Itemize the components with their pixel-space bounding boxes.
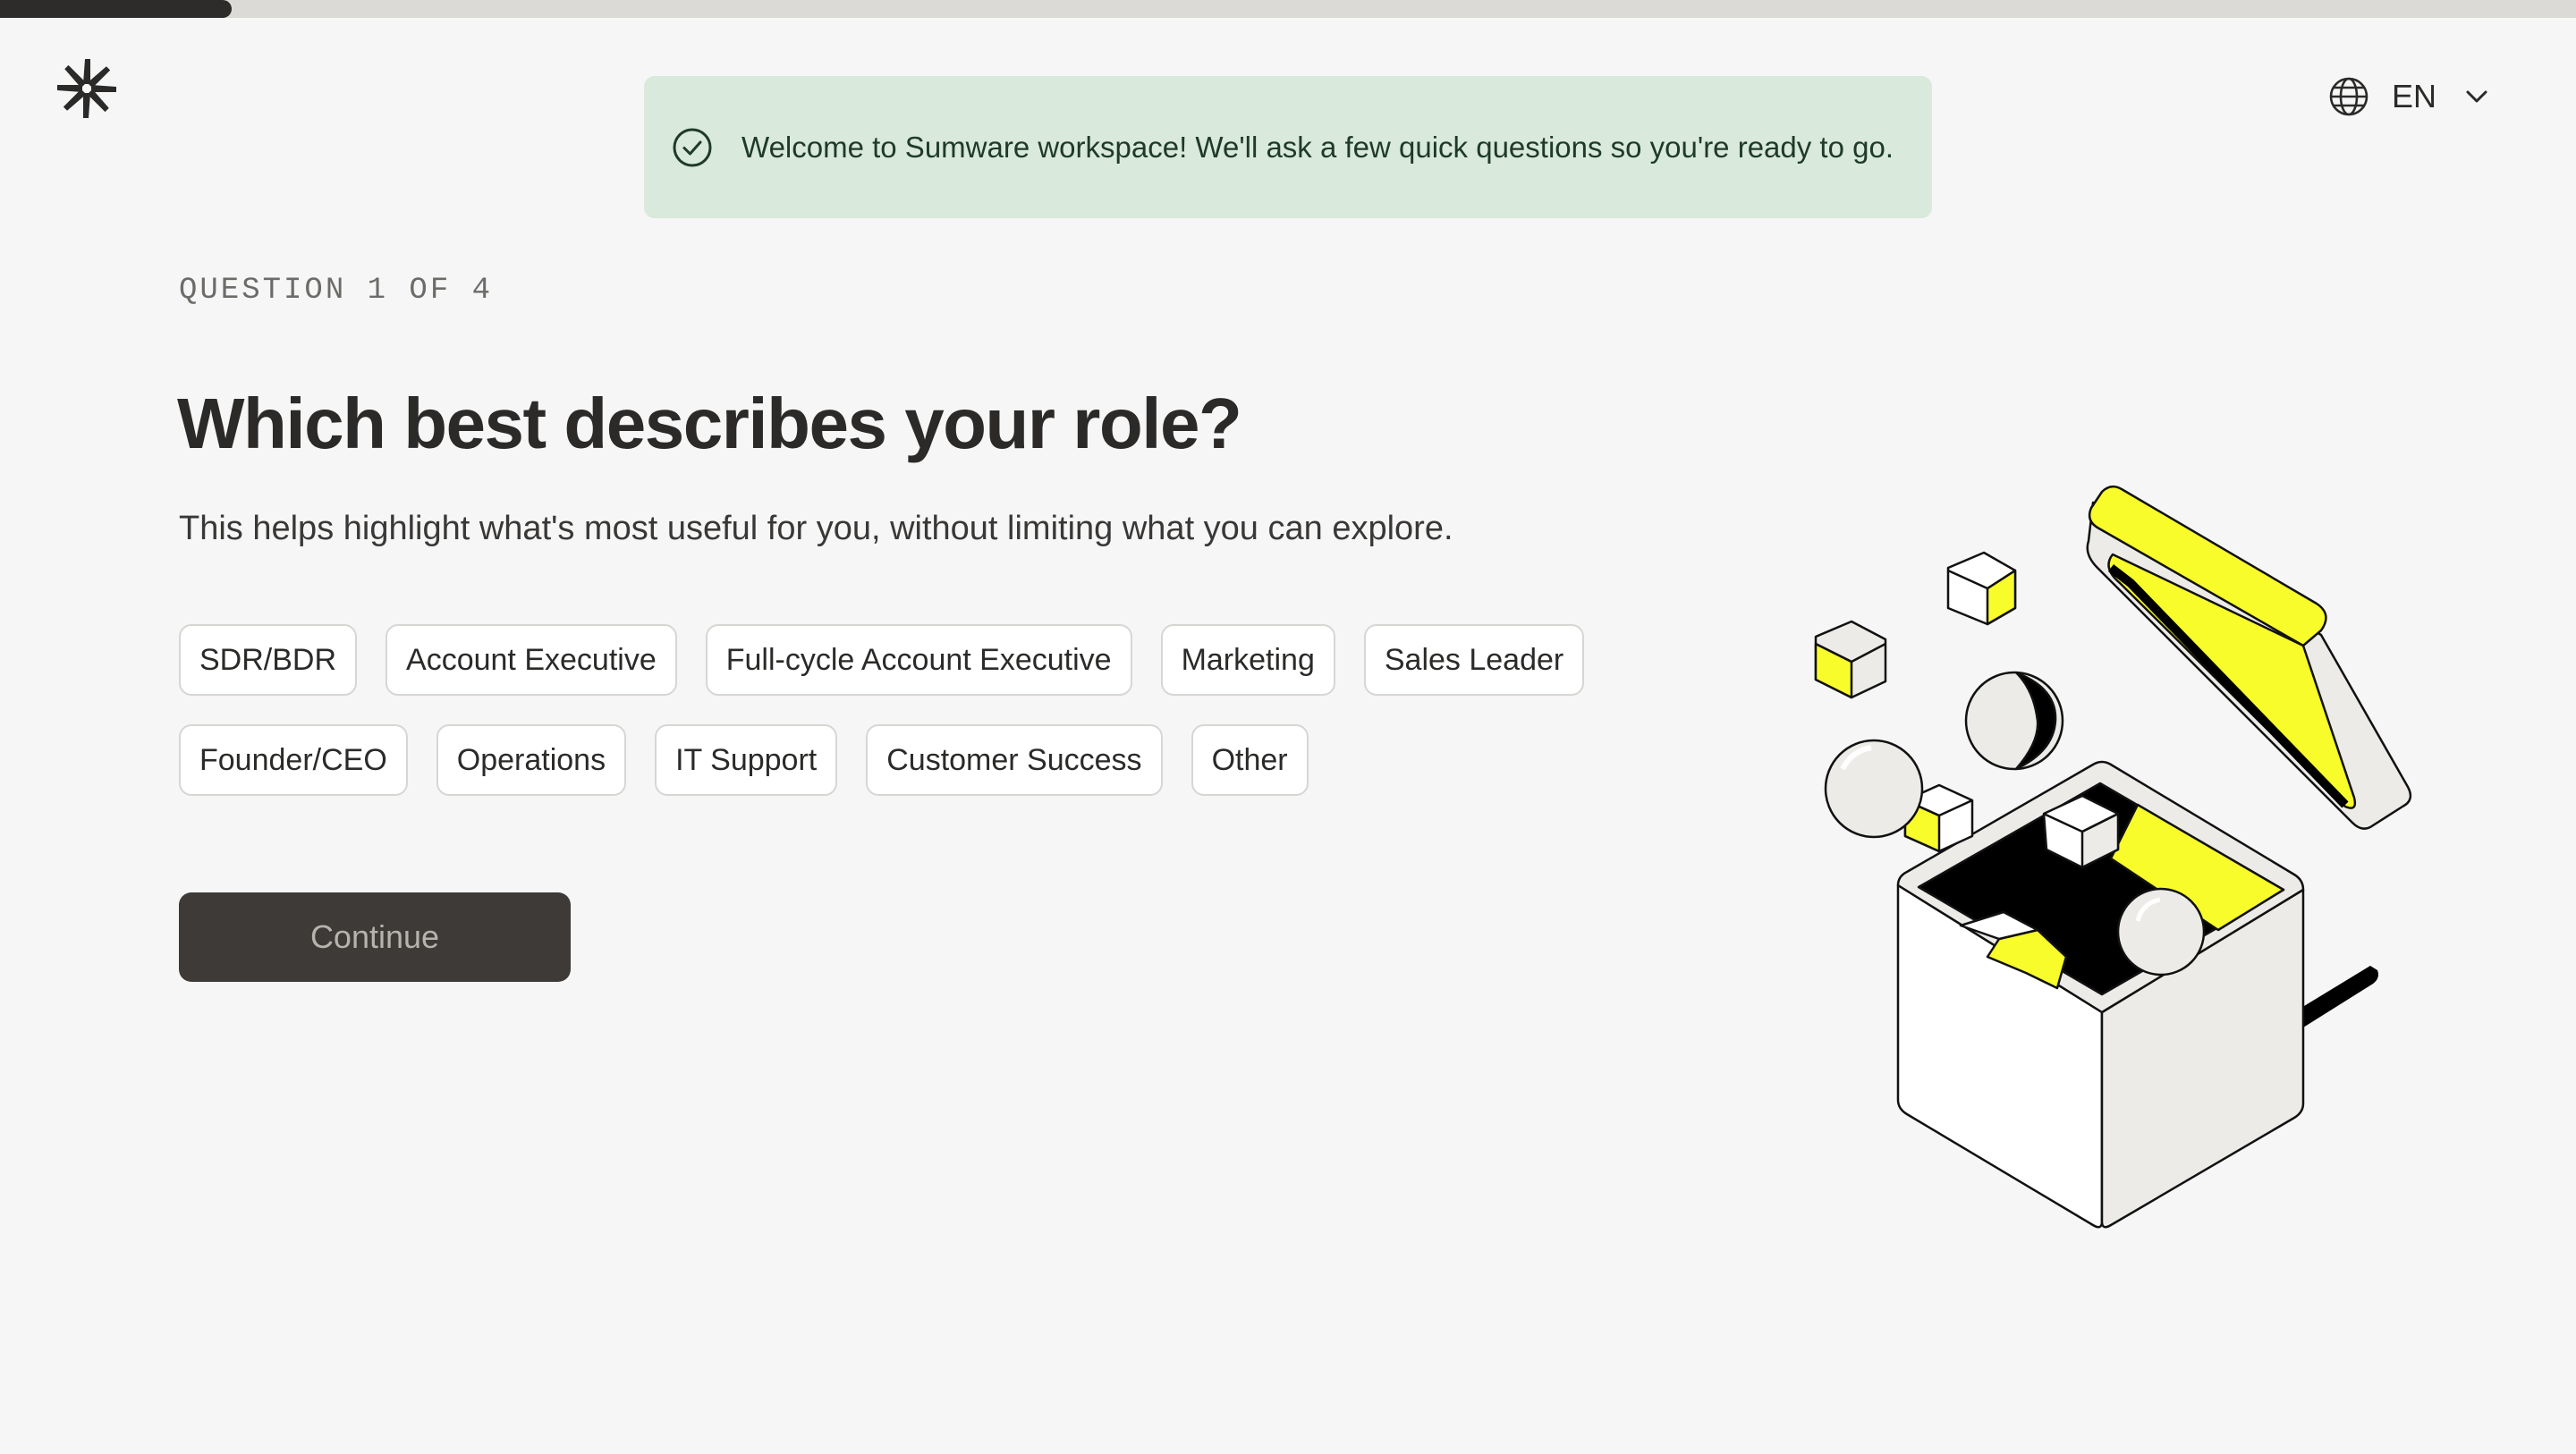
asterisk-logo-icon[interactable] [55,57,118,120]
language-selector[interactable]: EN [2327,72,2490,122]
role-option-sales-leader[interactable]: Sales Leader [1363,624,1585,696]
role-option-operations[interactable]: Operations [436,724,627,796]
progress-bar [0,0,2576,18]
check-circle-icon [673,128,712,166]
role-options-row: SDR/BDR Account Executive Full-cycle Acc… [179,624,1699,696]
question-title: Which best describes your role? [177,384,1242,463]
welcome-banner: Welcome to Sumware workspace! We'll ask … [644,76,1932,218]
role-option-full-cycle-ae[interactable]: Full-cycle Account Executive [705,624,1132,696]
open-box-illustration [1814,485,2412,1229]
role-option-founder-ceo[interactable]: Founder/CEO [179,724,408,796]
language-code: EN [2392,78,2437,114]
role-option-other[interactable]: Other [1191,724,1309,796]
role-options-row: Founder/CEO Operations IT Support Custom… [179,724,1699,796]
question-subtitle: This helps highlight what's most useful … [179,510,1453,547]
role-option-marketing[interactable]: Marketing [1160,624,1335,696]
onboarding-page: Welcome to Sumware workspace! We'll ask … [0,0,2576,1454]
question-counter: QUESTION 1 OF 4 [179,274,494,308]
progress-bar-fill [0,0,233,18]
welcome-message: Welcome to Sumware workspace! We'll ask … [741,130,1894,164]
role-options: SDR/BDR Account Executive Full-cycle Acc… [179,624,1699,824]
globe-icon [2329,77,2368,116]
role-option-sdr-bdr[interactable]: SDR/BDR [179,624,358,696]
role-option-it-support[interactable]: IT Support [655,724,838,796]
role-option-account-executive[interactable]: Account Executive [386,624,677,696]
role-option-customer-success[interactable]: Customer Success [866,724,1163,796]
continue-button[interactable]: Continue [179,892,571,982]
chevron-down-icon [2466,90,2487,103]
